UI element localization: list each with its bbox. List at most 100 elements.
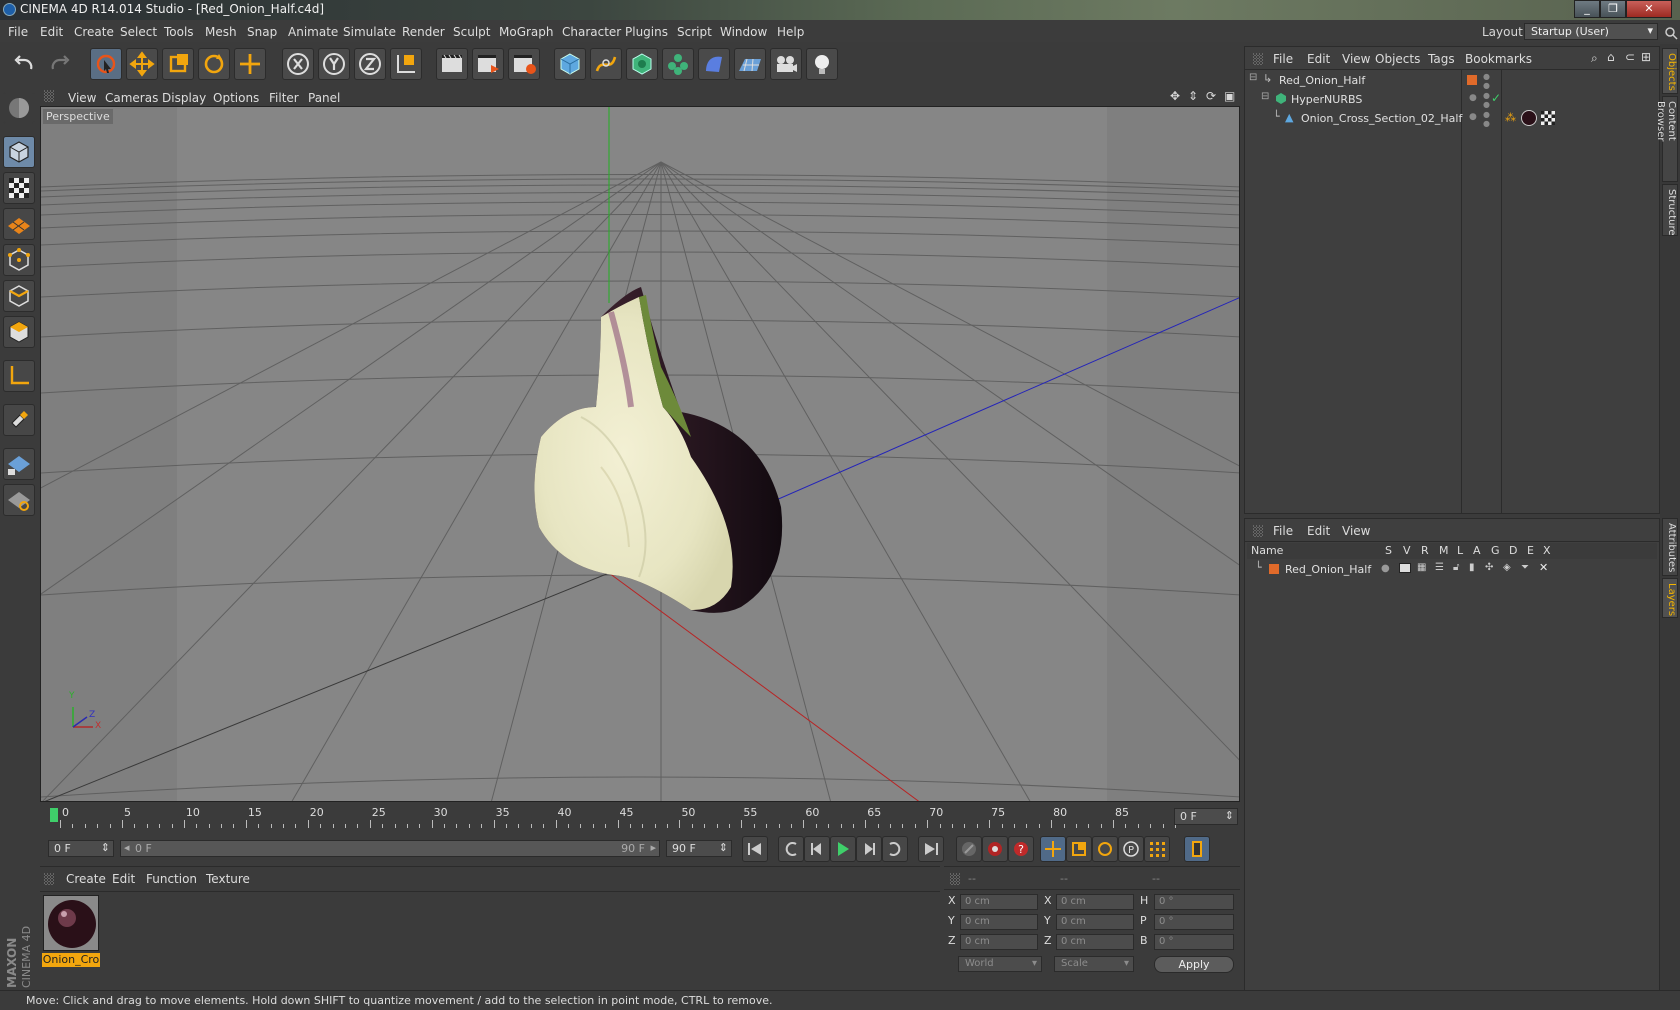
tab-objects[interactable]: Objects: [1662, 48, 1678, 94]
object-row-red-onion-half[interactable]: ⊟ ↳ Red_Onion_Half ● ●: [1245, 71, 1659, 90]
perspective-viewport[interactable]: Perspective Y X Z: [40, 106, 1240, 802]
current-frame-field[interactable]: 0 F ⇕: [1174, 808, 1238, 825]
layer-row-red-onion-half[interactable]: └ Red_Onion_Half ● ▦ ☰ 🔓︎ ▮ ✣ ◈ ⏷ ✕: [1245, 560, 1659, 579]
autokey-icon[interactable]: [982, 836, 1008, 862]
rot-h-field[interactable]: 0 °: [1154, 894, 1234, 910]
viewport-menu-options[interactable]: Options: [213, 91, 259, 105]
visibility-dots-icon[interactable]: ● ●: [1483, 72, 1490, 90]
menu-window[interactable]: Window: [720, 25, 767, 39]
expressions-toggle-icon[interactable]: ⏷: [1521, 562, 1529, 573]
menu-mograph[interactable]: MoGraph: [499, 25, 554, 39]
new-window-icon[interactable]: ⊞: [1641, 50, 1651, 64]
viewport-move-icon[interactable]: ✥: [1170, 89, 1180, 103]
y-axis-lock-icon[interactable]: [318, 48, 350, 80]
camera-icon[interactable]: [770, 48, 802, 80]
layer-menu-edit[interactable]: Edit: [1307, 524, 1330, 538]
texture-mode-icon[interactable]: [3, 172, 35, 204]
deformer-icon[interactable]: [698, 48, 730, 80]
points-mode-icon[interactable]: [3, 244, 35, 276]
timeline-window-icon[interactable]: [1184, 836, 1210, 862]
layer-menu-file[interactable]: File: [1273, 524, 1293, 538]
collapse-icon[interactable]: ⊟: [1249, 72, 1257, 83]
cube-object-icon[interactable]: [554, 48, 586, 80]
rot-b-field[interactable]: 0 °: [1154, 934, 1234, 950]
viewport-menu-panel[interactable]: Panel: [308, 91, 340, 105]
make-editable-icon[interactable]: [3, 92, 35, 124]
home-icon[interactable]: ⌂: [1607, 50, 1615, 64]
size-x-field[interactable]: 0 cm: [1056, 894, 1134, 910]
layer-menu-view[interactable]: View: [1342, 524, 1370, 538]
solo-toggle-icon[interactable]: ●: [1381, 563, 1390, 574]
rot-p-field[interactable]: 0 °: [1154, 914, 1234, 930]
light-icon[interactable]: [806, 48, 838, 80]
cloner-icon[interactable]: [662, 48, 694, 80]
scale-icon[interactable]: [162, 48, 194, 80]
render-toggle-icon[interactable]: ▦: [1417, 562, 1426, 573]
key-parameter-icon[interactable]: P: [1118, 836, 1144, 862]
axis-mode-icon[interactable]: [3, 360, 35, 392]
goto-start-icon[interactable]: [742, 836, 768, 862]
viewport-menu-view[interactable]: View: [68, 91, 96, 105]
snap-magnet-icon[interactable]: [3, 404, 35, 436]
planar-workplane-icon[interactable]: [3, 484, 35, 516]
object-row-onion-cross-section[interactable]: └ ▲ Onion_Cross_Section_02_Half ● ● ● ⁂: [1245, 109, 1659, 128]
menu-render[interactable]: Render: [402, 25, 445, 39]
next-key-icon[interactable]: [882, 836, 908, 862]
timeline-ruler[interactable]: 051015202530354045505560657075808590 0 F…: [40, 804, 1240, 830]
previous-frame-icon[interactable]: [804, 836, 830, 862]
model-mode-icon[interactable]: [3, 136, 35, 168]
view-toggle-icon[interactable]: [1399, 563, 1411, 573]
generators-toggle-icon[interactable]: ✣: [1485, 562, 1493, 573]
start-frame-field[interactable]: 0 F ⇕: [48, 840, 114, 857]
menu-edit[interactable]: Edit: [40, 25, 63, 39]
menu-plugins[interactable]: Plugins: [625, 25, 668, 39]
coordinate-system-icon[interactable]: [390, 48, 422, 80]
tab-attributes[interactable]: Attributes: [1662, 518, 1678, 576]
material-tag-icon[interactable]: [1521, 110, 1537, 126]
viewport-maximize-icon[interactable]: ▣: [1224, 89, 1235, 103]
pos-x-field[interactable]: 0 cm: [960, 894, 1038, 910]
record-disabled-icon[interactable]: [956, 836, 982, 862]
viewport-rotate-icon[interactable]: ⟳: [1206, 89, 1216, 103]
timeline-track[interactable]: 051015202530354045505560657075808590: [50, 806, 1191, 828]
render-picture-viewer-icon[interactable]: [472, 48, 504, 80]
visibility-dot-icon[interactable]: ●: [1469, 93, 1477, 103]
spline-object-icon[interactable]: [590, 48, 622, 80]
menu-mesh[interactable]: Mesh: [205, 25, 237, 39]
size-z-field[interactable]: 0 cm: [1056, 934, 1134, 950]
object-row-hypernurbs[interactable]: ⊟ HyperNURBS ● ● ● ✓: [1245, 90, 1659, 109]
menu-character[interactable]: Character: [562, 25, 621, 39]
material-menu-function[interactable]: Function: [146, 872, 197, 886]
viewport-menu-cameras[interactable]: Cameras: [105, 91, 158, 105]
key-position-icon[interactable]: [1040, 836, 1066, 862]
coord-mode-dropdown[interactable]: World ▾: [958, 956, 1042, 972]
hierarchy-icon[interactable]: ⊂: [1625, 50, 1635, 64]
next-frame-icon[interactable]: [856, 836, 882, 862]
menu-file[interactable]: File: [8, 25, 28, 39]
lock-toggle-icon[interactable]: 🔓︎: [1453, 562, 1459, 573]
edges-mode-icon[interactable]: [3, 280, 35, 312]
menu-script[interactable]: Script: [677, 25, 712, 39]
object-menu-tags[interactable]: Tags: [1428, 52, 1455, 66]
uvw-tag-icon[interactable]: [1541, 111, 1555, 125]
goto-end-icon[interactable]: [918, 836, 944, 862]
size-mode-dropdown[interactable]: Scale ▾: [1054, 956, 1134, 972]
menu-tools[interactable]: Tools: [164, 25, 194, 39]
phong-tag-icon[interactable]: ⁂: [1505, 111, 1516, 124]
menu-create[interactable]: Create: [74, 25, 114, 39]
visibility-dots-icon[interactable]: ● ●: [1483, 91, 1490, 109]
visibility-dots-icon[interactable]: ● ●: [1483, 110, 1490, 128]
menu-sculpt[interactable]: Sculpt: [453, 25, 490, 39]
render-view-icon[interactable]: [436, 48, 468, 80]
menu-help[interactable]: Help: [777, 25, 804, 39]
workplane-lock-icon[interactable]: [3, 448, 35, 480]
viewport-menu-display[interactable]: Display: [162, 91, 206, 105]
material-swatch[interactable]: Onion_Cro: [42, 895, 100, 969]
move-icon[interactable]: [126, 48, 158, 80]
material-menu-create[interactable]: Create: [66, 872, 106, 886]
end-frame-field[interactable]: 90 F ⇕: [666, 840, 732, 857]
maximize-button[interactable]: ❐: [1600, 0, 1626, 18]
tab-layers[interactable]: Layers: [1662, 578, 1678, 618]
collapse-icon[interactable]: ⊟: [1261, 91, 1269, 102]
xref-toggle-icon[interactable]: ✕: [1539, 561, 1548, 574]
